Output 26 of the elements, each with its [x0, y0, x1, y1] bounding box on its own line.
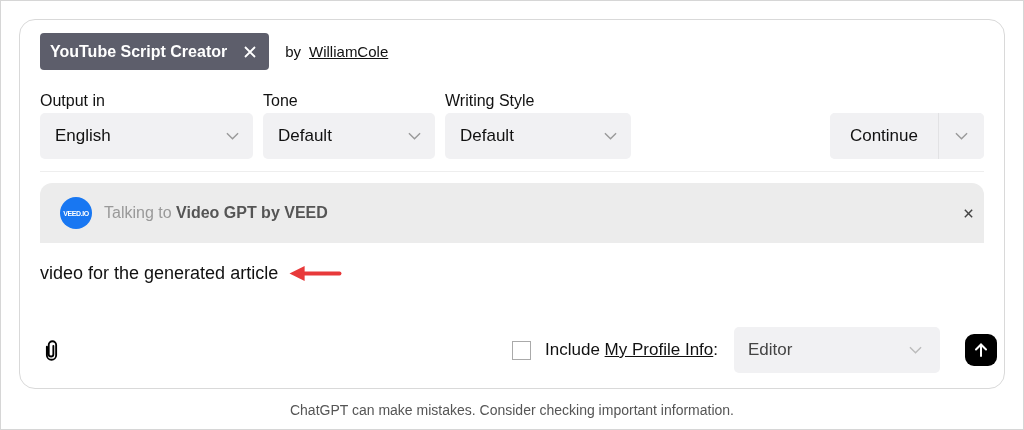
disclaimer-text: ChatGPT can make mistakes. Consider checking important information. — [288, 402, 735, 418]
by-label: by — [285, 43, 302, 60]
message-input[interactable]: video for the generated article — [40, 263, 279, 284]
mention-text: Talking to Video GPT by VEED — [104, 204, 329, 222]
chevron-icon — [408, 132, 421, 140]
chevron-icon — [955, 132, 968, 140]
gpt-title: YouTube Script Creator — [50, 42, 228, 61]
dropdown[interactable]: Default — [263, 113, 435, 159]
include-label: Include My Profile Info: — [545, 340, 718, 360]
role-dropdown[interactable]: Editor — [734, 327, 940, 373]
select-label: Output in — [40, 92, 106, 110]
dropdown[interactable]: Default — [445, 113, 631, 159]
send-button[interactable] — [965, 334, 997, 366]
dropdown[interactable]: English — [40, 113, 253, 159]
close-icon[interactable] — [963, 207, 974, 219]
checkbox[interactable] — [512, 340, 532, 360]
arrow-up-icon — [973, 342, 989, 358]
paperclip-icon[interactable] — [45, 339, 58, 361]
profile-link[interactable]: My Profile Info — [604, 340, 714, 359]
author-link[interactable]: WilliamCole — [309, 43, 389, 60]
chevron-icon — [226, 132, 239, 140]
chevron-icon — [909, 346, 922, 354]
chevron-icon — [604, 132, 617, 140]
select-label: Tone — [263, 92, 299, 110]
annotation-arrow — [288, 265, 343, 282]
select-label: Writing Style — [445, 92, 536, 110]
